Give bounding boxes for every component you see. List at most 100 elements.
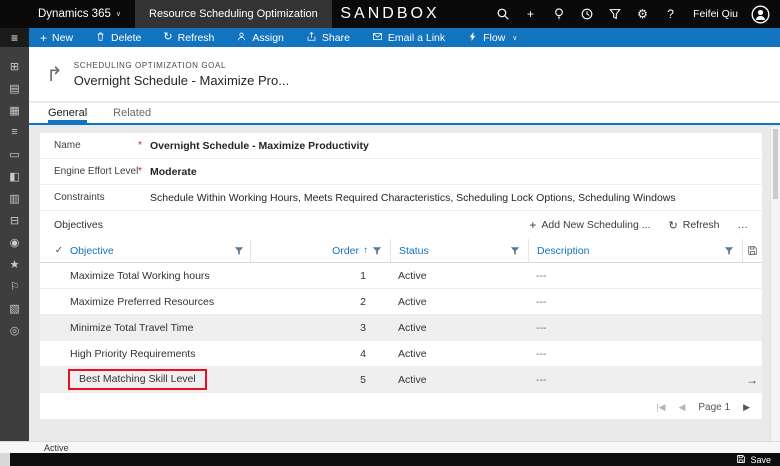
new-button[interactable]: + New [29, 28, 84, 47]
lightbulb-icon[interactable] [551, 7, 566, 22]
grid-header-row: ✓ Objective Order ↑ Status [40, 239, 762, 263]
objective-cell[interactable]: High Priority Requirements [70, 348, 195, 360]
filter-funnel-icon[interactable] [510, 246, 520, 256]
record-header: ↱ SCHEDULING OPTIMIZATION GOAL Overnight… [29, 47, 780, 102]
scrollbar-thumb[interactable] [773, 129, 778, 199]
objective-cell[interactable]: Maximize Preferred Resources [70, 296, 214, 308]
sidebar-columns-icon[interactable]: ▥ [0, 187, 29, 209]
app-switcher[interactable]: Resource Scheduling Optimization [135, 0, 332, 28]
sidebar-menu-icon[interactable]: ≡ [0, 121, 29, 143]
sidebar-grid-icon[interactable]: ⊞ [0, 55, 29, 77]
sort-ascending-icon: ↑ [363, 245, 368, 256]
column-header-status[interactable]: Status [390, 239, 528, 262]
clock-icon[interactable] [579, 7, 594, 22]
constraints-value[interactable]: Schedule Within Working Hours, Meets Req… [150, 192, 676, 204]
field-row-constraints: Constraints Schedule Within Working Hour… [40, 185, 762, 211]
command-bar: + New Delete ↻ Refresh Assign Share Emai… [29, 28, 780, 47]
assign-button[interactable]: Assign [225, 28, 295, 47]
sidebar-list-icon[interactable]: ▤ [0, 77, 29, 99]
subgrid-refresh-button[interactable]: ↻ Refresh [669, 219, 720, 232]
order-cell: 1 [360, 270, 366, 282]
column-options-button[interactable] [742, 239, 762, 262]
brand-label: Dynamics 365 [38, 8, 111, 20]
more-commands-button[interactable]: … [738, 219, 749, 231]
table-row-highlighted[interactable]: Best Matching Skill Level 5 Active --- → [40, 367, 762, 393]
name-field-value[interactable]: Overnight Schedule - Maximize Productivi… [150, 140, 369, 152]
column-header-objective[interactable]: Objective [70, 239, 250, 262]
sidebar-report-icon[interactable]: ▧ [0, 297, 29, 319]
user-name[interactable]: Feifei Qiu [693, 8, 738, 20]
share-button[interactable]: Share [295, 28, 361, 47]
next-page-button[interactable]: ▶ [743, 402, 750, 413]
order-cell: 3 [360, 322, 366, 334]
tab-general[interactable]: General [48, 107, 87, 123]
table-row[interactable]: Maximize Total Working hours 1 Active --… [40, 263, 762, 289]
column-header-order[interactable]: Order ↑ [250, 239, 390, 262]
filter-funnel-icon[interactable] [724, 246, 734, 256]
sidebar-split-view-icon[interactable]: ◧ [0, 165, 29, 187]
filter-funnel-icon[interactable] [372, 246, 382, 256]
gear-icon[interactable]: ⚙ [635, 7, 650, 22]
goal-entity-icon: ↱ [46, 62, 63, 87]
tab-related[interactable]: Related [113, 107, 151, 123]
engine-effort-value[interactable]: Moderate [150, 166, 197, 178]
row-checkbox[interactable] [48, 315, 70, 340]
order-cell: 5 [360, 374, 366, 386]
objective-cell[interactable]: Best Matching Skill Level [79, 373, 196, 385]
refresh-label: Refresh [178, 32, 215, 44]
form-body: Name * Overnight Schedule - Maximize Pro… [29, 127, 780, 441]
refresh-icon: ↻ [669, 219, 678, 232]
refresh-icon: ↻ [163, 32, 172, 43]
objective-cell[interactable]: Minimize Total Travel Time [70, 322, 194, 334]
refresh-button[interactable]: ↻ Refresh [152, 28, 225, 47]
objectives-section-header: Objectives + Add New Scheduling ... ↻ Re… [40, 211, 762, 239]
select-all-checkbox[interactable]: ✓ [48, 239, 70, 262]
table-row[interactable]: High Priority Requirements 4 Active --- [40, 341, 762, 367]
first-page-button[interactable]: |◀ [656, 402, 665, 413]
app-window: Dynamics 365 ∨ Resource Scheduling Optim… [0, 0, 780, 466]
flow-label: Flow [483, 32, 505, 44]
delete-button[interactable]: Delete [84, 28, 152, 47]
column-header-description[interactable]: Description [528, 239, 742, 262]
entity-type-label: SCHEDULING OPTIMIZATION GOAL [74, 61, 289, 70]
sidebar-favorites-icon[interactable]: ★ [0, 253, 29, 275]
ellipsis-icon: … [738, 219, 749, 231]
record-header-text: SCHEDULING OPTIMIZATION GOAL Overnight S… [74, 61, 289, 88]
sidebar-target-icon[interactable]: ◎ [0, 319, 29, 341]
sidebar-flag-icon[interactable]: ⚐ [0, 275, 29, 297]
sidebar-collapse-icon[interactable]: ⊟ [0, 209, 29, 231]
flow-button[interactable]: Flow ∨ [456, 28, 528, 47]
avatar[interactable] [751, 5, 770, 24]
search-icon[interactable] [495, 7, 510, 22]
row-checkbox[interactable] [48, 263, 70, 288]
row-checkbox[interactable] [48, 367, 70, 392]
row-checkbox[interactable] [48, 341, 70, 366]
sidebar-record-icon[interactable]: ◉ [0, 231, 29, 253]
help-icon[interactable]: ? [663, 7, 678, 22]
email-link-button[interactable]: Email a Link [361, 28, 456, 47]
envelope-icon [372, 31, 383, 45]
vertical-scrollbar[interactable] [770, 127, 780, 441]
required-asterisk: * [138, 166, 150, 177]
trash-icon [95, 31, 106, 45]
filter-icon[interactable] [607, 7, 622, 22]
previous-page-button[interactable]: ◀ [678, 402, 685, 413]
table-row[interactable]: Maximize Preferred Resources 2 Active --… [40, 289, 762, 315]
description-cell: --- [536, 374, 547, 386]
row-checkbox[interactable] [48, 289, 70, 314]
sidebar-table-icon[interactable]: ▦ [0, 99, 29, 121]
open-row-arrow-icon[interactable]: → [746, 373, 758, 387]
sitemap-toggle[interactable]: ≡ [0, 28, 29, 47]
objective-cell[interactable]: Maximize Total Working hours [70, 270, 210, 282]
status-cell: Active [398, 296, 427, 308]
quick-create-icon[interactable]: + [523, 7, 538, 22]
table-row[interactable]: Minimize Total Travel Time 3 Active --- [40, 315, 762, 341]
filter-funnel-icon[interactable] [234, 246, 244, 256]
add-new-scheduling-button[interactable]: + Add New Scheduling ... [529, 218, 650, 232]
status-cell: Active [398, 270, 427, 282]
objectives-title: Objectives [54, 219, 103, 231]
check-icon: ✓ [55, 245, 63, 256]
brand-menu[interactable]: Dynamics 365 ∨ [38, 8, 121, 20]
sidebar-card-icon[interactable]: ▭ [0, 143, 29, 165]
save-button[interactable]: Save [736, 454, 780, 466]
